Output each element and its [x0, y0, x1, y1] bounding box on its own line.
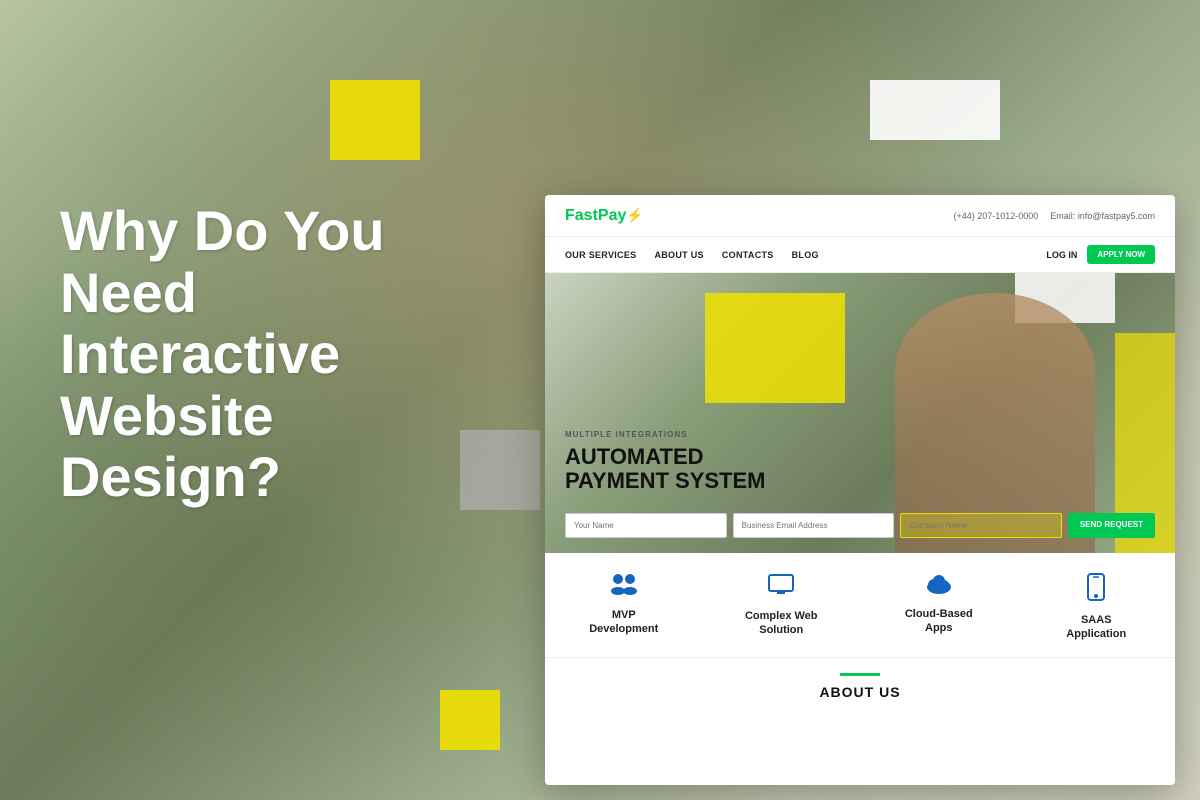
- deco-yellow-top: [330, 80, 420, 160]
- logo-fast: Fast: [565, 207, 598, 224]
- service-cloud-label: Cloud-BasedApps: [905, 607, 973, 636]
- logo-pay: Pay: [598, 207, 626, 224]
- hero-yellow-block-1: [705, 293, 845, 403]
- nav-blog[interactable]: BLOG: [792, 250, 819, 260]
- mobile-icon: [1087, 573, 1105, 607]
- monitor-icon: [767, 573, 795, 603]
- people-icon: [610, 573, 638, 602]
- hero-title: AUTOMATED PAYMENT SYSTEM: [565, 445, 765, 493]
- service-mvp: MVPDevelopment: [559, 573, 689, 642]
- left-hero-line2: Need: [60, 261, 197, 324]
- about-divider: [840, 673, 880, 676]
- nav-contacts[interactable]: CONTACTS: [722, 250, 774, 260]
- left-hero-text: Why Do You Need Interactive Website Desi…: [60, 200, 385, 508]
- deco-white-top-right: [870, 80, 1000, 140]
- mockup-about: ABOUT US: [545, 658, 1175, 715]
- nav-links: OUR SERVICES ABOUT US CONTACTS BLOG: [565, 250, 819, 260]
- hero-email-input[interactable]: [733, 513, 895, 538]
- deco-yellow-bottom: [440, 690, 500, 750]
- header-contact: (+44) 207-1012-0000 Email: info@fastpay5…: [953, 211, 1155, 221]
- service-cloud: Cloud-BasedApps: [874, 573, 1004, 642]
- service-saas-label: SAASApplication: [1066, 613, 1126, 642]
- service-saas: SAASApplication: [1031, 573, 1161, 642]
- header-email-label: Email: info@fastpay5.com: [1050, 211, 1155, 221]
- hero-content: MULTIPLE INTEGRATIONS AUTOMATED PAYMENT …: [565, 430, 765, 493]
- cloud-icon: [924, 573, 954, 601]
- hero-title-line1: AUTOMATED: [565, 445, 765, 469]
- hero-subtitle: MULTIPLE INTEGRATIONS: [565, 430, 765, 439]
- logo-icon: ⚡: [626, 207, 643, 223]
- left-hero-line1: Why Do You: [60, 199, 385, 262]
- deco-gray-mid: [460, 430, 540, 510]
- hero-form: SEND REQUEST: [565, 513, 1155, 538]
- mockup-services: MVPDevelopment Complex WebSolution Cloud…: [545, 553, 1175, 658]
- about-title: ABOUT US: [565, 684, 1155, 700]
- service-web-label: Complex WebSolution: [745, 609, 818, 638]
- service-mvp-label: MVPDevelopment: [589, 608, 658, 637]
- header-phone: (+44) 207-1012-0000: [953, 211, 1038, 221]
- nav-actions: LOG IN APPLY NOW: [1046, 245, 1155, 264]
- mockup-header: FastPay⚡ (+44) 207-1012-0000 Email: info…: [545, 195, 1175, 237]
- hero-send-button[interactable]: SEND REQUEST: [1068, 513, 1155, 538]
- website-mockup: FastPay⚡ (+44) 207-1012-0000 Email: info…: [545, 195, 1175, 785]
- mockup-hero: MULTIPLE INTEGRATIONS AUTOMATED PAYMENT …: [545, 273, 1175, 553]
- hero-company-input[interactable]: [900, 513, 1062, 538]
- service-web: Complex WebSolution: [716, 573, 846, 642]
- hero-title-line2: PAYMENT SYSTEM: [565, 469, 765, 493]
- nav-our-services[interactable]: OUR SERVICES: [565, 250, 636, 260]
- left-hero-line5: Design?: [60, 445, 281, 508]
- mockup-nav: OUR SERVICES ABOUT US CONTACTS BLOG LOG …: [545, 237, 1175, 273]
- mockup-logo: FastPay⚡: [565, 207, 644, 225]
- left-hero-line3: Interactive: [60, 322, 340, 385]
- left-hero-line4: Website: [60, 384, 274, 447]
- nav-login-button[interactable]: LOG IN: [1046, 250, 1077, 260]
- nav-apply-button[interactable]: APPLY NOW: [1087, 245, 1155, 264]
- nav-about-us[interactable]: ABOUT US: [654, 250, 703, 260]
- hero-name-input[interactable]: [565, 513, 727, 538]
